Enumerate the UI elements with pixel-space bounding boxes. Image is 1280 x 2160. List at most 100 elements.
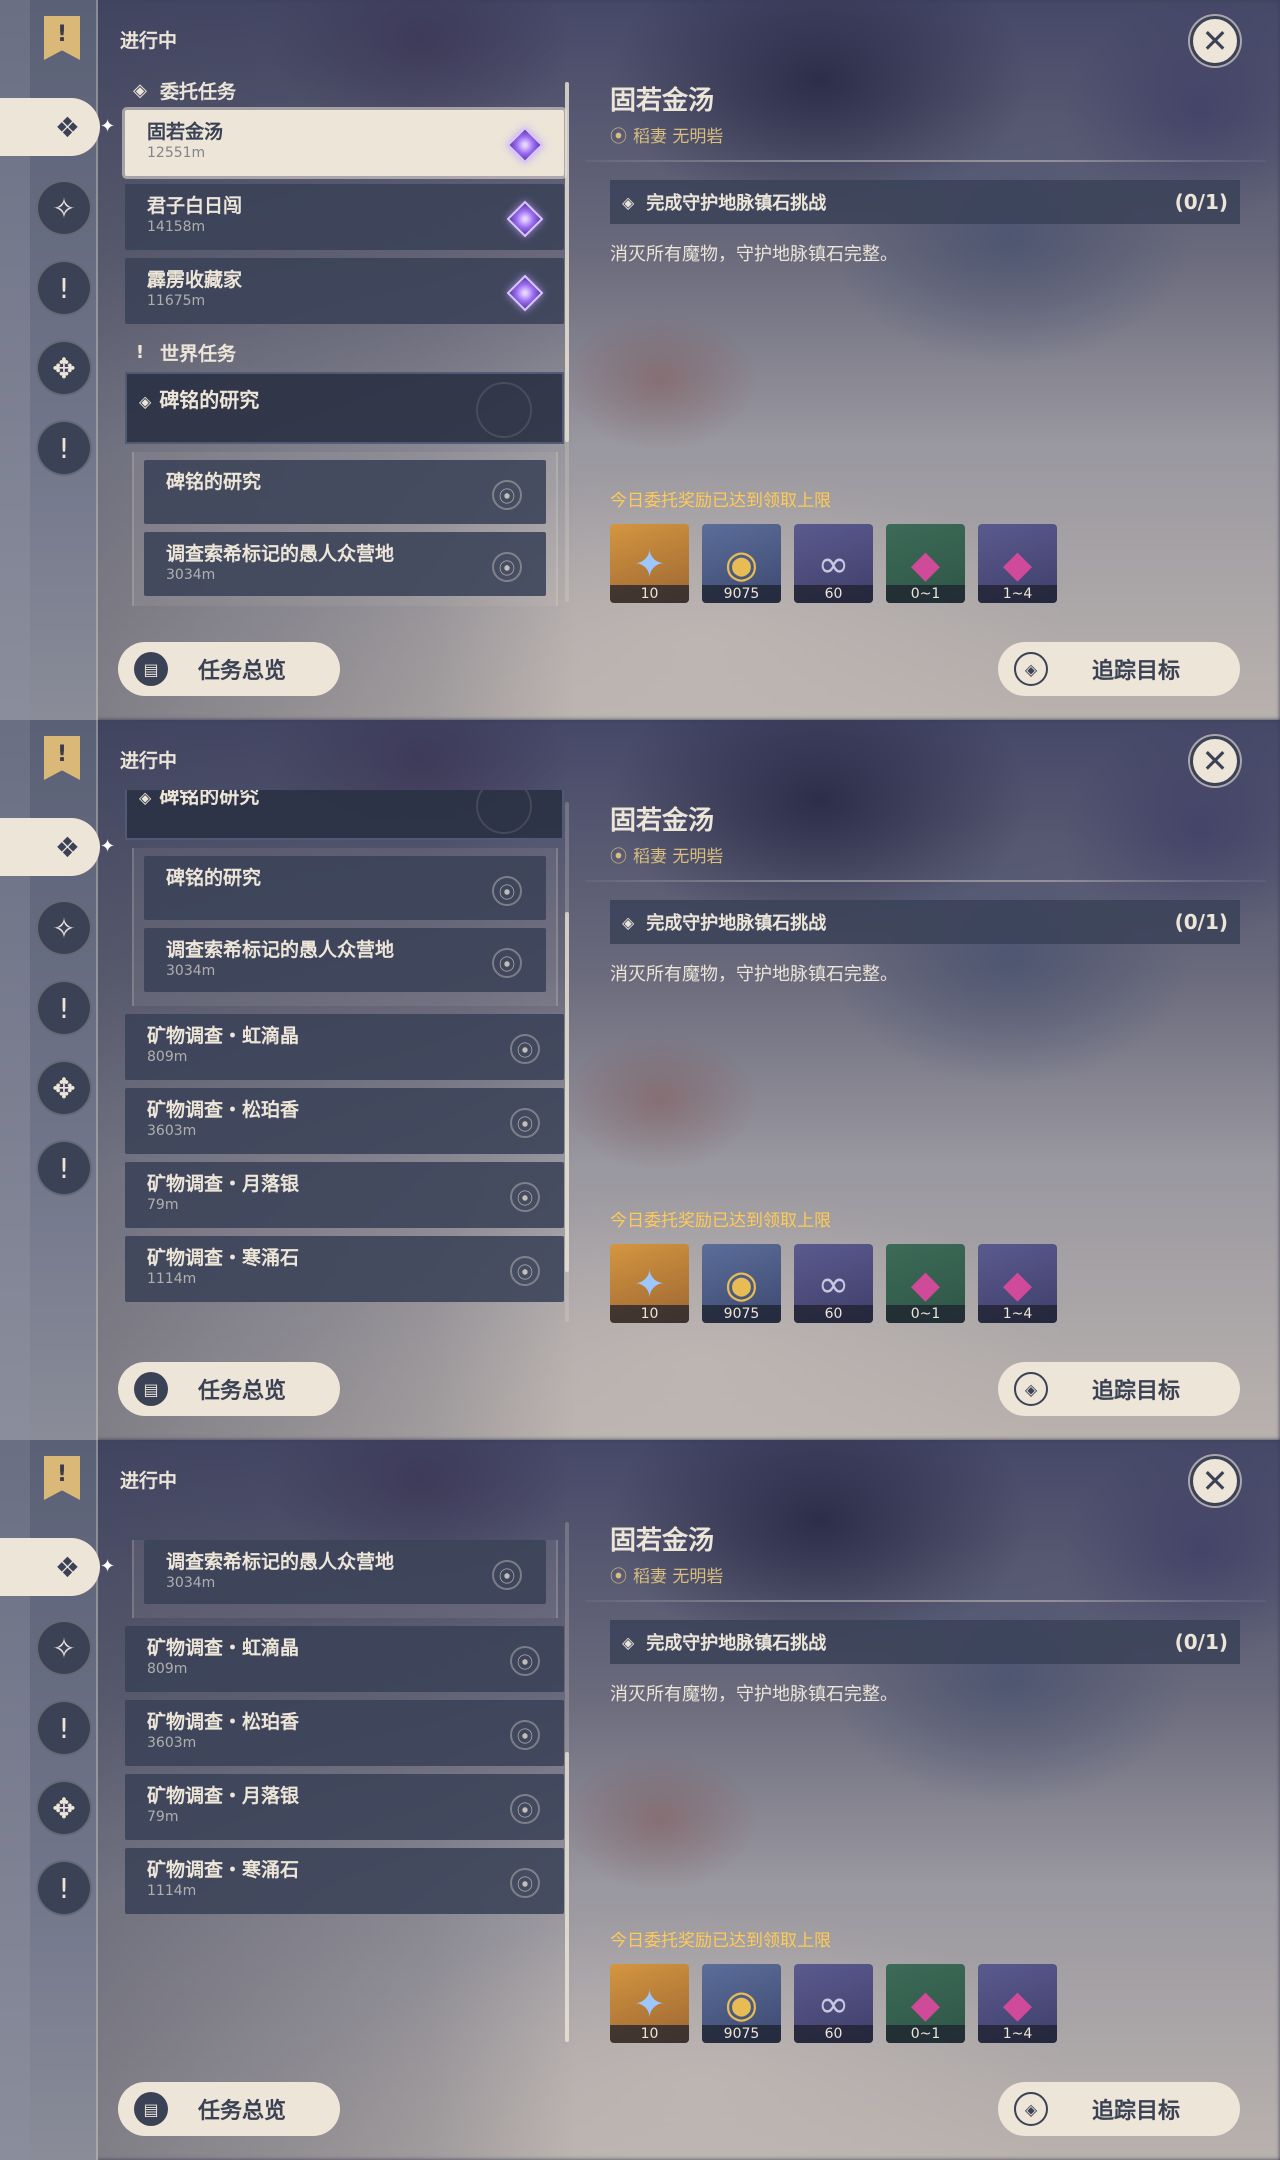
- reward-crystal[interactable]: ◆ 0~1: [886, 1244, 965, 1323]
- reward-crystal[interactable]: ◆ 0~1: [886, 1964, 965, 2043]
- quest-step-item[interactable]: 碑铭的研究 ⦿: [144, 460, 546, 524]
- sidebar-tab-commission[interactable]: ❖: [0, 1538, 100, 1596]
- list-scrollbar[interactable]: [565, 1522, 569, 2042]
- quest-step-item[interactable]: 调查索希标记的愚人众营地 3034m ⦿: [144, 1540, 546, 1604]
- pin-icon: ⦿: [508, 1644, 542, 1678]
- reward-limit-note: 今日委托奖励已达到领取上限: [610, 491, 831, 511]
- reward-mora[interactable]: ◉ 9075: [702, 524, 781, 603]
- quest-item-mineral[interactable]: 矿物调查・月落银 79m ⦿: [125, 1162, 564, 1228]
- objective-row: ◈ 完成守护地脉镇石挑战 (0/1): [610, 180, 1240, 224]
- world-quest-emblem-icon: [476, 382, 532, 438]
- quest-step-item[interactable]: 调查索希标记的愚人众营地 3034m ⦿: [144, 928, 546, 992]
- reward-crystal-cluster[interactable]: ◆ 1~4: [978, 1244, 1057, 1323]
- quest-overview-button[interactable]: ▤ 任务总览: [118, 1362, 340, 1416]
- reward-exp[interactable]: ∞ 60: [794, 1964, 873, 2043]
- reward-limit-note: 今日委托奖励已达到领取上限: [610, 1931, 831, 1951]
- list-scrollbar[interactable]: [565, 802, 569, 1322]
- sidebar-tab-commission[interactable]: ❖: [0, 818, 100, 876]
- sidebar-tab-story[interactable]: !: [36, 260, 92, 316]
- world-quest-steps: 调查索希标记的愚人众营地 3034m ⦿: [132, 1540, 558, 1618]
- sidebar-tab-world[interactable]: !: [36, 420, 92, 476]
- quest-title: 矿物调查・松珀香: [147, 1099, 300, 1121]
- sidebar-tab-event[interactable]: ✥: [36, 1060, 92, 1116]
- reward-limit-note: 今日委托奖励已达到领取上限: [610, 1211, 831, 1231]
- quest-item-mineral[interactable]: 矿物调查・松珀香 3603m ⦿: [125, 1700, 564, 1766]
- commission-diamond-icon: ◈: [133, 79, 147, 101]
- sidebar-tab-world[interactable]: !: [36, 1860, 92, 1916]
- quest-overview-button[interactable]: ▤ 任务总览: [118, 2082, 340, 2136]
- sidebar-tab-commission[interactable]: ❖: [0, 98, 100, 156]
- sidebar-tab-archon[interactable]: ✧: [36, 900, 92, 956]
- close-button[interactable]: ✕: [1190, 736, 1240, 786]
- track-target-button[interactable]: ◈ 追踪目标: [998, 1362, 1240, 1416]
- quest-title: 矿物调查・虹滴晶: [147, 1025, 300, 1047]
- sidebar-tab-archon[interactable]: ✧: [36, 1620, 92, 1676]
- reward-crystal-cluster[interactable]: ◆ 1~4: [978, 524, 1057, 603]
- reward-crystal[interactable]: ◆ 0~1: [886, 524, 965, 603]
- pin-icon: ⦿: [508, 1792, 542, 1826]
- sidebar-tab-event[interactable]: ✥: [36, 1780, 92, 1836]
- crystal-cluster-icon: ◆: [1002, 1261, 1033, 1306]
- primogem-icon: ✦: [633, 1981, 666, 2026]
- track-diamond-icon: ◈: [1014, 2092, 1048, 2126]
- close-button[interactable]: ✕: [1190, 1456, 1240, 1506]
- primogem-icon: ✦: [633, 1261, 666, 1306]
- objective-description: 消灭所有魔物，守护地脉镇石完整。: [610, 244, 898, 265]
- sidebar-tab-archon[interactable]: ✧: [36, 180, 92, 236]
- quest-list[interactable]: ◈ 委托任务 固若金汤 12551m 君子白日闯 14158m 霹雳收藏家 116…: [120, 70, 570, 606]
- world-quest-emblem-icon: [476, 790, 532, 834]
- exp-icon: ∞: [817, 1981, 850, 2026]
- reward-primogem[interactable]: ✦ 10: [610, 1244, 689, 1323]
- sidebar-tab-story[interactable]: !: [36, 980, 92, 1036]
- objective-row: ◈ 完成守护地脉镇石挑战 (0/1): [610, 1620, 1240, 1664]
- reward-exp[interactable]: ∞ 60: [794, 524, 873, 603]
- commission-icon: ❖: [54, 110, 80, 144]
- quest-step-item[interactable]: 调查索希标记的愚人众营地 3034m ⦿: [144, 532, 546, 596]
- scrollbar-thumb[interactable]: [565, 1752, 569, 2042]
- quest-item-commission[interactable]: 固若金汤 12551m: [125, 110, 564, 176]
- quest-item-mineral[interactable]: 矿物调查・松珀香 3603m ⦿: [125, 1088, 564, 1154]
- detail-location: ⦿ 稻妻 无明砦: [610, 127, 724, 147]
- pin-icon: ⦿: [490, 1558, 524, 1592]
- scrollbar-thumb[interactable]: [565, 82, 569, 442]
- quest-item-mineral[interactable]: 矿物调查・虹滴晶 809m ⦿: [125, 1014, 564, 1080]
- quest-item-commission[interactable]: 君子白日闯 14158m: [125, 184, 564, 250]
- sidebar-tab-event[interactable]: ✥: [36, 340, 92, 396]
- quest-overview-button[interactable]: ▤ 任务总览: [118, 642, 340, 696]
- quest-list[interactable]: 调查索希标记的愚人众营地 3034m ⦿ 矿物调查・虹滴晶 809m ⦿ 矿物调…: [120, 1510, 570, 2046]
- list-scrollbar[interactable]: [565, 82, 569, 602]
- track-target-button[interactable]: ◈ 追踪目标: [998, 642, 1240, 696]
- sidebar-tab-story[interactable]: !: [36, 1700, 92, 1756]
- world-quest-header[interactable]: ◈ 碑铭的研究: [125, 790, 564, 840]
- quest-distance: 3034m: [166, 567, 216, 583]
- reward-primogem[interactable]: ✦ 10: [610, 524, 689, 603]
- close-icon: ✕: [1201, 1462, 1229, 1500]
- location-pin-icon: ⦿: [610, 847, 627, 867]
- quest-item-mineral[interactable]: 矿物调查・寒涌石 1114m ⦿: [125, 1848, 564, 1914]
- quest-list[interactable]: ◈ 碑铭的研究 碑铭的研究 ⦿ 调查索希标记的愚人众营地 3034m ⦿ 矿物调查…: [120, 790, 570, 1326]
- quest-item-commission[interactable]: 霹雳收藏家 11675m: [125, 258, 564, 324]
- quest-step-item[interactable]: 碑铭的研究 ⦿: [144, 856, 546, 920]
- world-quest-header[interactable]: ◈ 碑铭的研究: [125, 372, 564, 444]
- primogem-icon: ✦: [633, 541, 666, 586]
- objective-description: 消灭所有魔物，守护地脉镇石完整。: [610, 1684, 898, 1705]
- scrollbar-thumb[interactable]: [565, 912, 569, 1272]
- sidebar-tab-world[interactable]: !: [36, 1140, 92, 1196]
- quest-item-mineral[interactable]: 矿物调查・寒涌石 1114m ⦿: [125, 1236, 564, 1302]
- reward-mora[interactable]: ◉ 9075: [702, 1964, 781, 2043]
- reward-exp[interactable]: ∞ 60: [794, 1244, 873, 1323]
- crystal-cluster-icon: ◆: [1002, 1981, 1033, 2026]
- status-label: 进行中: [120, 750, 178, 772]
- quest-title: 矿物调查・虹滴晶: [147, 1637, 300, 1659]
- quest-title: 矿物调查・寒涌石: [147, 1247, 300, 1269]
- track-target-button[interactable]: ◈ 追踪目标: [998, 2082, 1240, 2136]
- pin-icon: ⦿: [508, 1718, 542, 1752]
- track-diamond-icon: ◈: [1014, 1372, 1048, 1406]
- reward-mora[interactable]: ◉ 9075: [702, 1244, 781, 1323]
- quest-item-mineral[interactable]: 矿物调查・月落银 79m ⦿: [125, 1774, 564, 1840]
- close-button[interactable]: ✕: [1190, 16, 1240, 66]
- reward-primogem[interactable]: ✦ 10: [610, 1964, 689, 2043]
- quest-item-mineral[interactable]: 矿物调查・虹滴晶 809m ⦿: [125, 1626, 564, 1692]
- quest-distance: 12551m: [147, 145, 206, 161]
- reward-crystal-cluster[interactable]: ◆ 1~4: [978, 1964, 1057, 2043]
